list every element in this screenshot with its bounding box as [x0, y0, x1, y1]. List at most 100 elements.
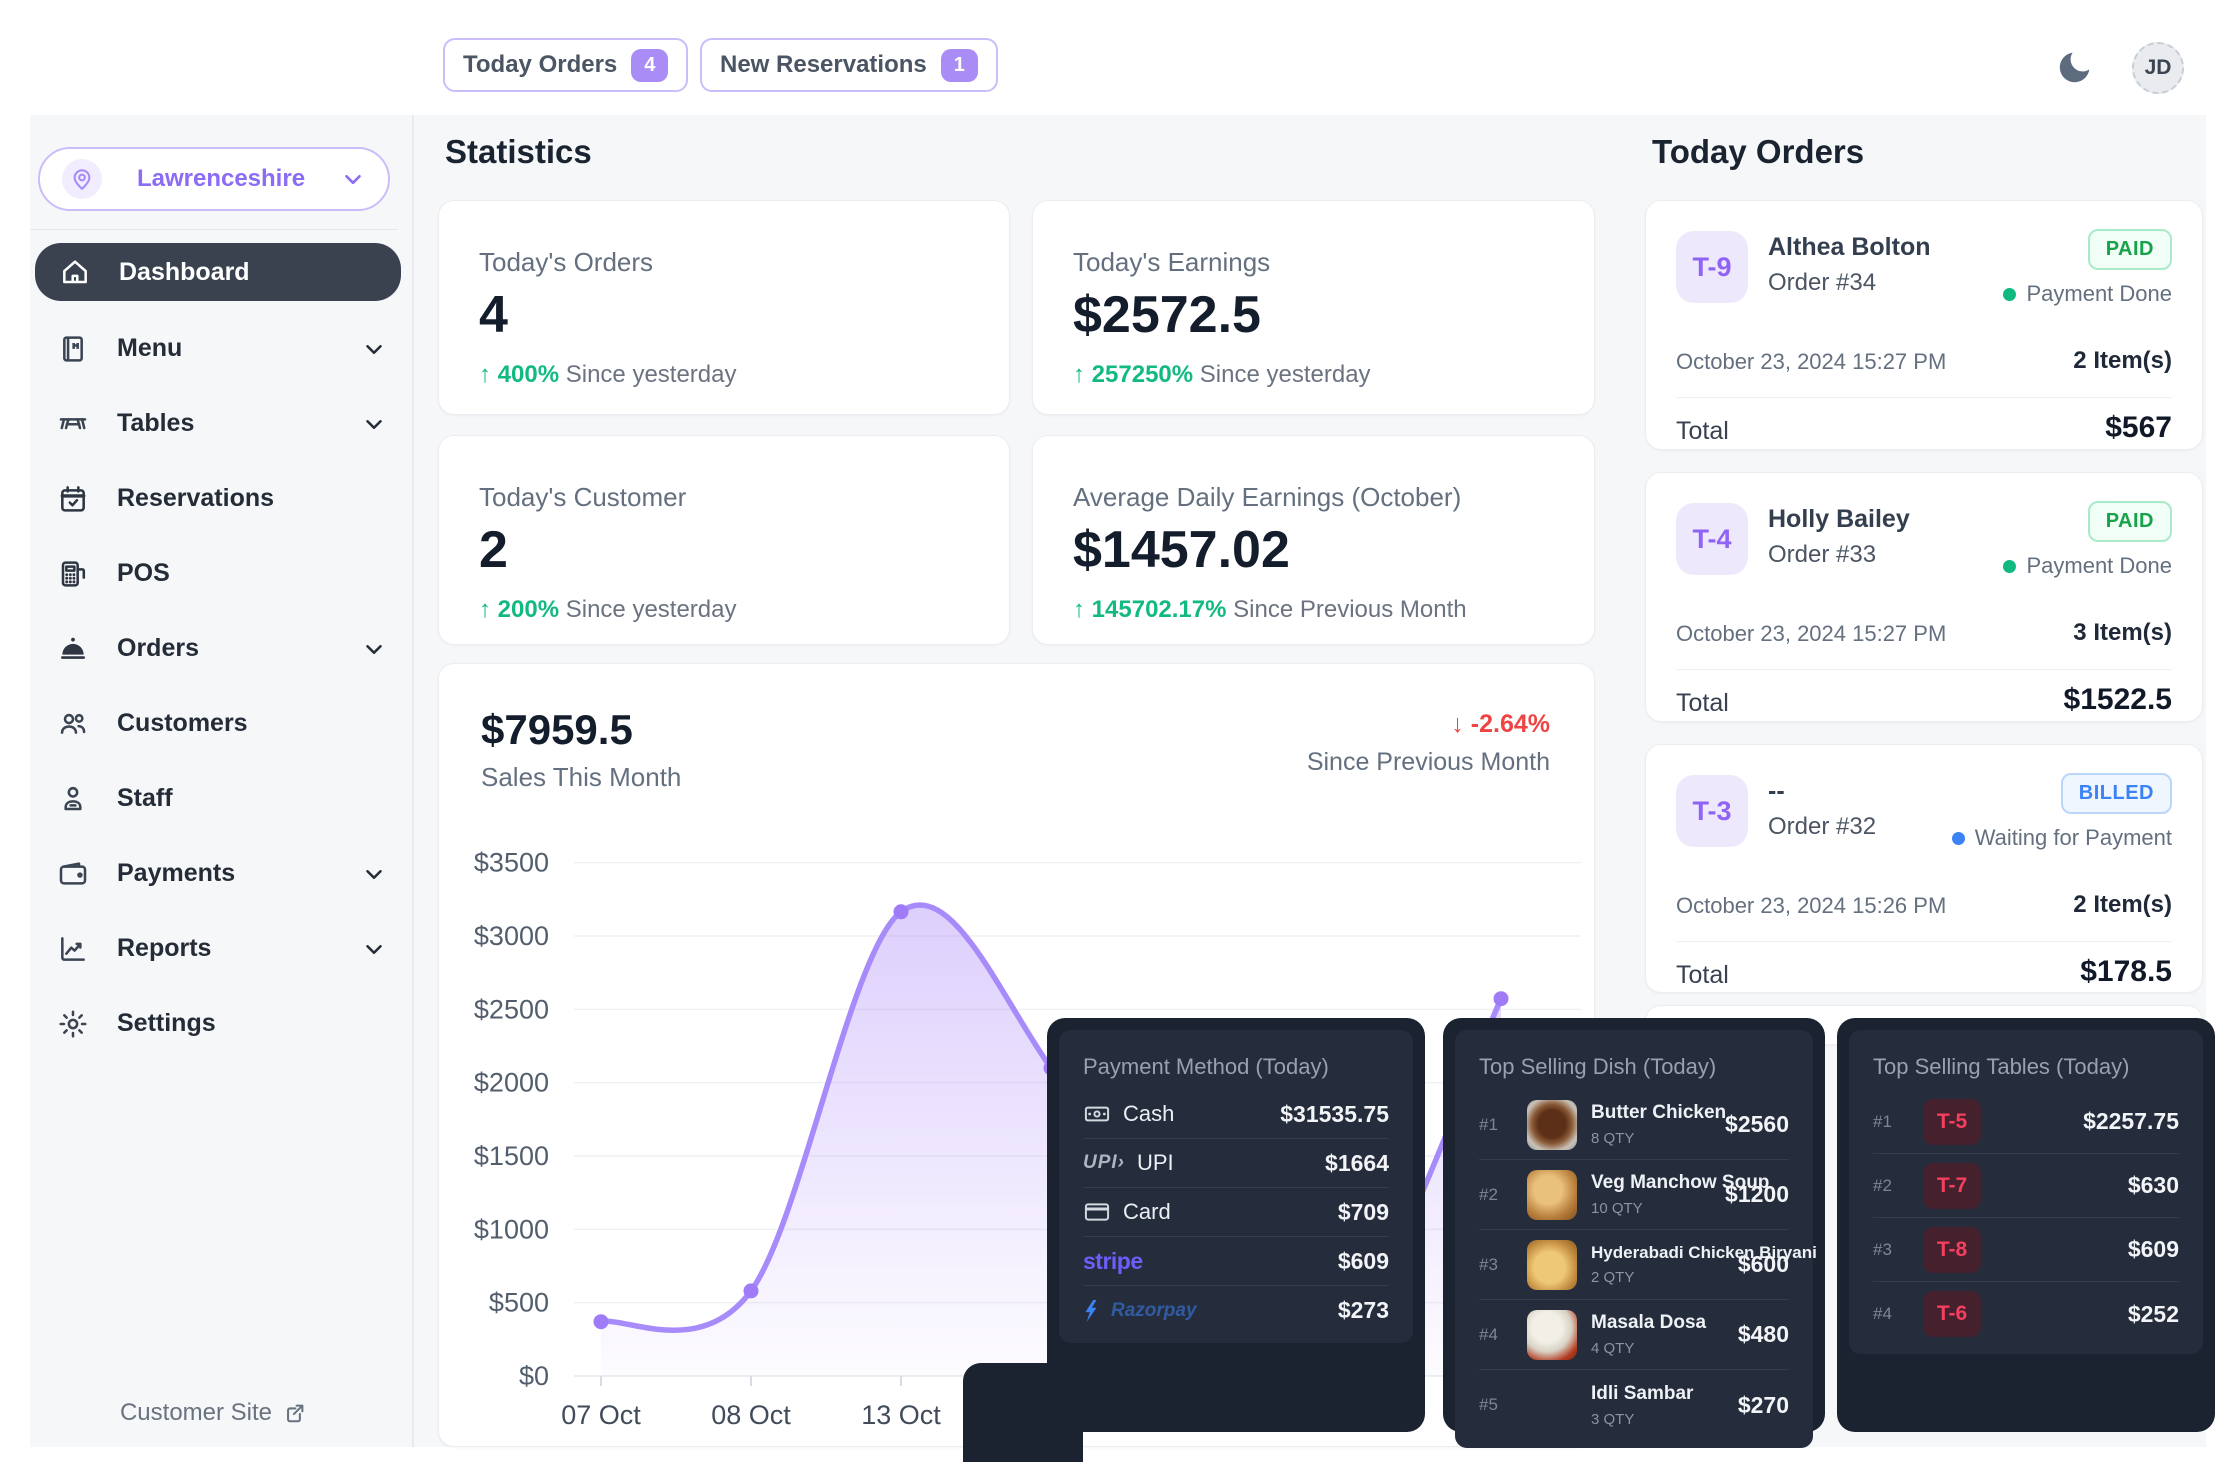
order-date: October 23, 2024 15:27 PM	[1676, 621, 1946, 647]
stat-card-average-daily-earnings: Average Daily Earnings (October) $1457.0…	[1032, 435, 1595, 645]
gear-icon	[55, 1006, 91, 1042]
sidebar-item-label: Reports	[117, 934, 361, 963]
svg-text:07 Oct: 07 Oct	[561, 1400, 641, 1430]
today-orders-title: Today Orders	[1652, 133, 1864, 171]
sidebar-item-pos[interactable]: POS	[33, 536, 403, 611]
dish-amount: $600	[1738, 1251, 1789, 1278]
dark-mode-toggle[interactable]	[2052, 44, 2098, 90]
sidebar-item-reports[interactable]: Reports	[33, 911, 403, 986]
table-row: #1T-5 $2257.75	[1873, 1090, 2179, 1154]
sidebar-item-reservations[interactable]: Reservations	[33, 461, 403, 536]
divider	[1676, 669, 2172, 670]
dish-qty: 8 QTY	[1591, 1130, 1711, 1147]
chevron-down-icon	[340, 166, 366, 192]
sidebar-item-menu[interactable]: Menu	[33, 311, 403, 386]
total-label: Total	[1676, 961, 1729, 990]
svg-text:$0: $0	[519, 1361, 549, 1391]
stat-label: Today's Orders	[479, 247, 653, 278]
stat-value: $2572.5	[1073, 285, 1261, 345]
location-pin-icon	[62, 159, 102, 199]
razorpay-logo	[1083, 1300, 1099, 1322]
top-dish-title: Top Selling Dish (Today)	[1479, 1040, 1789, 1090]
new-reservations-count-badge: 1	[941, 49, 978, 82]
dish-row: #1 Butter Chicken8 QTY $2560	[1479, 1090, 1789, 1160]
stat-label: Average Daily Earnings (October)	[1073, 482, 1461, 513]
divider	[30, 229, 398, 230]
dish-name: Idli Sambar	[1591, 1383, 1693, 1404]
order-number: Order #33	[1768, 541, 1876, 569]
svg-text:$3000: $3000	[474, 921, 549, 951]
payment-amount: $709	[1338, 1199, 1389, 1226]
sidebar-item-tables[interactable]: Tables	[33, 386, 403, 461]
payment-amount: $273	[1338, 1297, 1389, 1324]
sidebar-item-label: Dashboard	[119, 258, 385, 287]
sidebar-divider	[412, 115, 414, 1447]
card-icon	[1083, 1198, 1111, 1226]
moon-icon	[2055, 47, 2095, 87]
sidebar-item-label: Menu	[117, 334, 361, 363]
sidebar-item-label: POS	[117, 559, 387, 588]
user-avatar[interactable]: JD	[2132, 42, 2184, 94]
total-value: $1522.5	[2064, 683, 2172, 717]
new-reservations-button-label: New Reservations	[720, 51, 927, 79]
customer-site-link[interactable]: Customer Site	[30, 1399, 398, 1427]
order-card[interactable]: T-3 -- Order #32 BILLED Waiting for Paym…	[1645, 744, 2203, 993]
order-items: 2 Item(s)	[2073, 347, 2172, 375]
today-orders-button[interactable]: Today Orders 4	[443, 38, 688, 92]
order-card[interactable]: T-4 Holly Bailey Order #33 PAID Payment …	[1645, 472, 2203, 722]
svg-text:$3500: $3500	[474, 848, 549, 878]
table-badge: T-7	[1923, 1163, 1981, 1209]
sidebar-item-settings[interactable]: Settings	[33, 986, 403, 1061]
location-selector[interactable]: Lawrenceshire	[38, 147, 390, 211]
sidebar-item-label: Orders	[117, 634, 361, 663]
stat-card-todays-customer: Today's Customer 2 ↑ 200% Since yesterda…	[438, 435, 1010, 645]
table-row: #2T-7 $630	[1873, 1154, 2179, 1218]
payment-row-razorpay: Razorpay $273	[1083, 1286, 1389, 1335]
payment-amount: $31535.75	[1280, 1101, 1389, 1128]
order-number: Order #32	[1768, 813, 1876, 841]
payment-amount: $609	[1338, 1248, 1389, 1275]
payment-status: Payment Done	[2003, 281, 2172, 307]
order-card[interactable]: T-9 Althea Bolton Order #34 PAID Payment…	[1645, 200, 2203, 450]
payment-status: Waiting for Payment	[1952, 825, 2172, 851]
svg-text:$1500: $1500	[474, 1141, 549, 1171]
sidebar-item-customers[interactable]: Customers	[33, 686, 403, 761]
sidebar-item-orders[interactable]: Orders	[33, 611, 403, 686]
dish-name: Masala Dosa	[1591, 1312, 1706, 1333]
divider	[1676, 397, 2172, 398]
sidebar-item-label: Tables	[117, 409, 361, 438]
status-dot	[1952, 832, 1965, 845]
table-badge: T-6	[1923, 1291, 1981, 1337]
payment-status: Payment Done	[2003, 553, 2172, 579]
new-reservations-button[interactable]: New Reservations 1	[700, 38, 998, 92]
sidebar-item-dashboard[interactable]: Dashboard	[35, 243, 401, 301]
dish-photo	[1527, 1170, 1577, 1220]
dish-amount: $1200	[1725, 1181, 1789, 1208]
table-icon	[55, 406, 91, 442]
top-selling-dish-panel: Top Selling Dish (Today) #1 Butter Chick…	[1443, 1018, 1825, 1432]
dish-amount: $480	[1738, 1321, 1789, 1348]
dish-name: Butter Chicken	[1591, 1102, 1726, 1123]
stat-label: Today's Earnings	[1073, 247, 1270, 278]
external-link-icon	[282, 1400, 308, 1426]
customer-name: --	[1768, 777, 1785, 806]
sidebar-item-staff[interactable]: Staff	[33, 761, 403, 836]
total-value: $178.5	[2080, 955, 2172, 989]
chevron-down-icon	[361, 861, 387, 887]
stat-delta: ↑ 200% Since yesterday	[479, 596, 737, 624]
dashboard-page: Today Orders 4 New Reservations 1 JD Law…	[0, 0, 2236, 1462]
status-dot	[2003, 560, 2016, 573]
cash-icon	[1083, 1100, 1111, 1128]
dish-qty: 10 QTY	[1591, 1200, 1711, 1217]
stat-delta: ↑ 145702.17% Since Previous Month	[1073, 596, 1467, 624]
dish-amount: $270	[1738, 1392, 1789, 1419]
dish-photo	[1527, 1100, 1577, 1150]
stat-value: 2	[479, 520, 508, 580]
table-badge: T-8	[1923, 1227, 1981, 1273]
stat-card-todays-orders: Today's Orders 4 ↑ 400% Since yesterday	[438, 200, 1010, 415]
sidebar-item-payments[interactable]: Payments	[33, 836, 403, 911]
table-row: #4T-6 $252	[1873, 1282, 2179, 1346]
order-date: October 23, 2024 15:26 PM	[1676, 893, 1946, 919]
today-orders-button-label: Today Orders	[463, 51, 617, 79]
order-items: 3 Item(s)	[2073, 619, 2172, 647]
